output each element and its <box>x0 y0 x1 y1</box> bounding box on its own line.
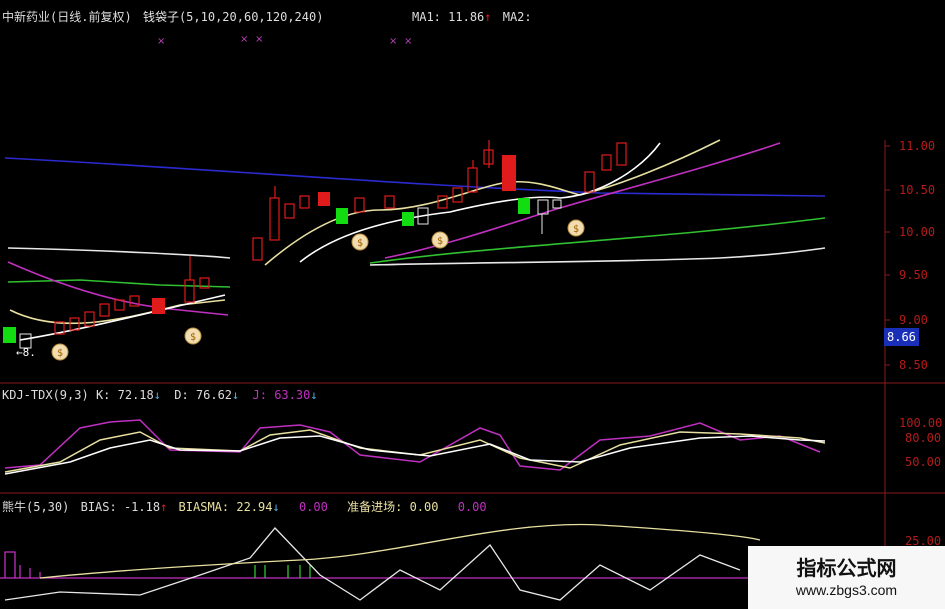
svg-text:×: × <box>404 36 412 47</box>
d-label: D: <box>174 388 189 402</box>
ready-label: 准备进场: <box>347 500 403 514</box>
price-tick: 10.00 <box>899 225 936 239</box>
price-tick: 8.50 <box>899 358 928 372</box>
stock-chart: × × × × × $ $ $ $ $ <box>0 34 945 609</box>
svg-text:$: $ <box>190 332 196 343</box>
k-value: 72.18 <box>117 388 154 402</box>
svg-text:$: $ <box>57 348 63 359</box>
kdj-tick: 100.00 <box>899 416 943 430</box>
svg-text:×: × <box>255 34 263 45</box>
bias-lines <box>0 523 761 601</box>
signal-markers: × × × × × <box>157 34 412 47</box>
bias-v3: 0.00 <box>298 500 328 514</box>
j-value: 63.30 <box>274 388 311 402</box>
kdj-tick: 80.00 <box>905 431 942 445</box>
kdj-tick: 50.00 <box>905 455 942 469</box>
watermark: 指标公式网 www.zbgs3.com <box>748 546 945 609</box>
svg-text:$: $ <box>437 236 443 247</box>
kdj-header: KDJ-TDX(9,3) K: 72.18↓ D: 76.62↓ J: 63.3… <box>2 388 318 402</box>
price-tick: 9.00 <box>899 313 928 327</box>
svg-text:×: × <box>157 36 165 47</box>
bias-label: BIAS: <box>80 500 117 514</box>
down-arrow-icon: ↓ <box>153 388 161 402</box>
ready-value: 0.00 <box>409 500 439 514</box>
price-tick: 11.00 <box>899 139 936 153</box>
svg-text:$: $ <box>357 238 363 249</box>
ma-green-left <box>7 279 231 288</box>
ma-white-left <box>7 247 231 259</box>
money-bag-icons: $ $ $ $ $ <box>51 219 585 361</box>
watermark-url: www.zbgs3.com <box>795 582 898 598</box>
ma-magenta-left <box>7 261 229 316</box>
svg-text:$: $ <box>573 224 579 235</box>
j-label: J: <box>252 388 267 402</box>
bias-header: 熊牛(5,30) BIAS: -1.18↑ BIASMA: 22.94↓ 0.0… <box>2 500 487 514</box>
price-tick: 10.50 <box>899 183 936 197</box>
bias-v5: 0.00 <box>457 500 487 514</box>
down-arrow-icon: ↓ <box>232 388 240 402</box>
down-arrow-icon: ↓ <box>272 500 280 514</box>
candles-neutral <box>19 199 562 349</box>
svg-text:×: × <box>240 34 248 45</box>
svg-text:×: × <box>389 36 397 47</box>
current-price-tag: 8.66 <box>884 328 919 346</box>
price-tick: 9.50 <box>899 268 928 282</box>
kdj-lines <box>4 419 826 475</box>
ma-blue-line <box>4 157 826 197</box>
up-arrow-icon: ↑ <box>160 500 168 514</box>
down-arrow-icon: ↓ <box>310 388 318 402</box>
watermark-title: 指标公式网 <box>796 556 897 580</box>
bias-value: -1.18 <box>123 500 161 514</box>
biasma-label: BIASMA: <box>178 500 230 514</box>
low-price-marker: ←8. <box>16 346 36 359</box>
biasma-value: 22.94 <box>236 500 273 514</box>
candles-green <box>3 198 530 343</box>
kdj-name: KDJ-TDX(9,3) <box>2 388 89 402</box>
ma-white-line <box>369 247 826 266</box>
d-value: 76.62 <box>195 388 233 402</box>
k-label: K: <box>95 388 111 402</box>
bias-name: 熊牛(5,30) <box>2 500 70 514</box>
